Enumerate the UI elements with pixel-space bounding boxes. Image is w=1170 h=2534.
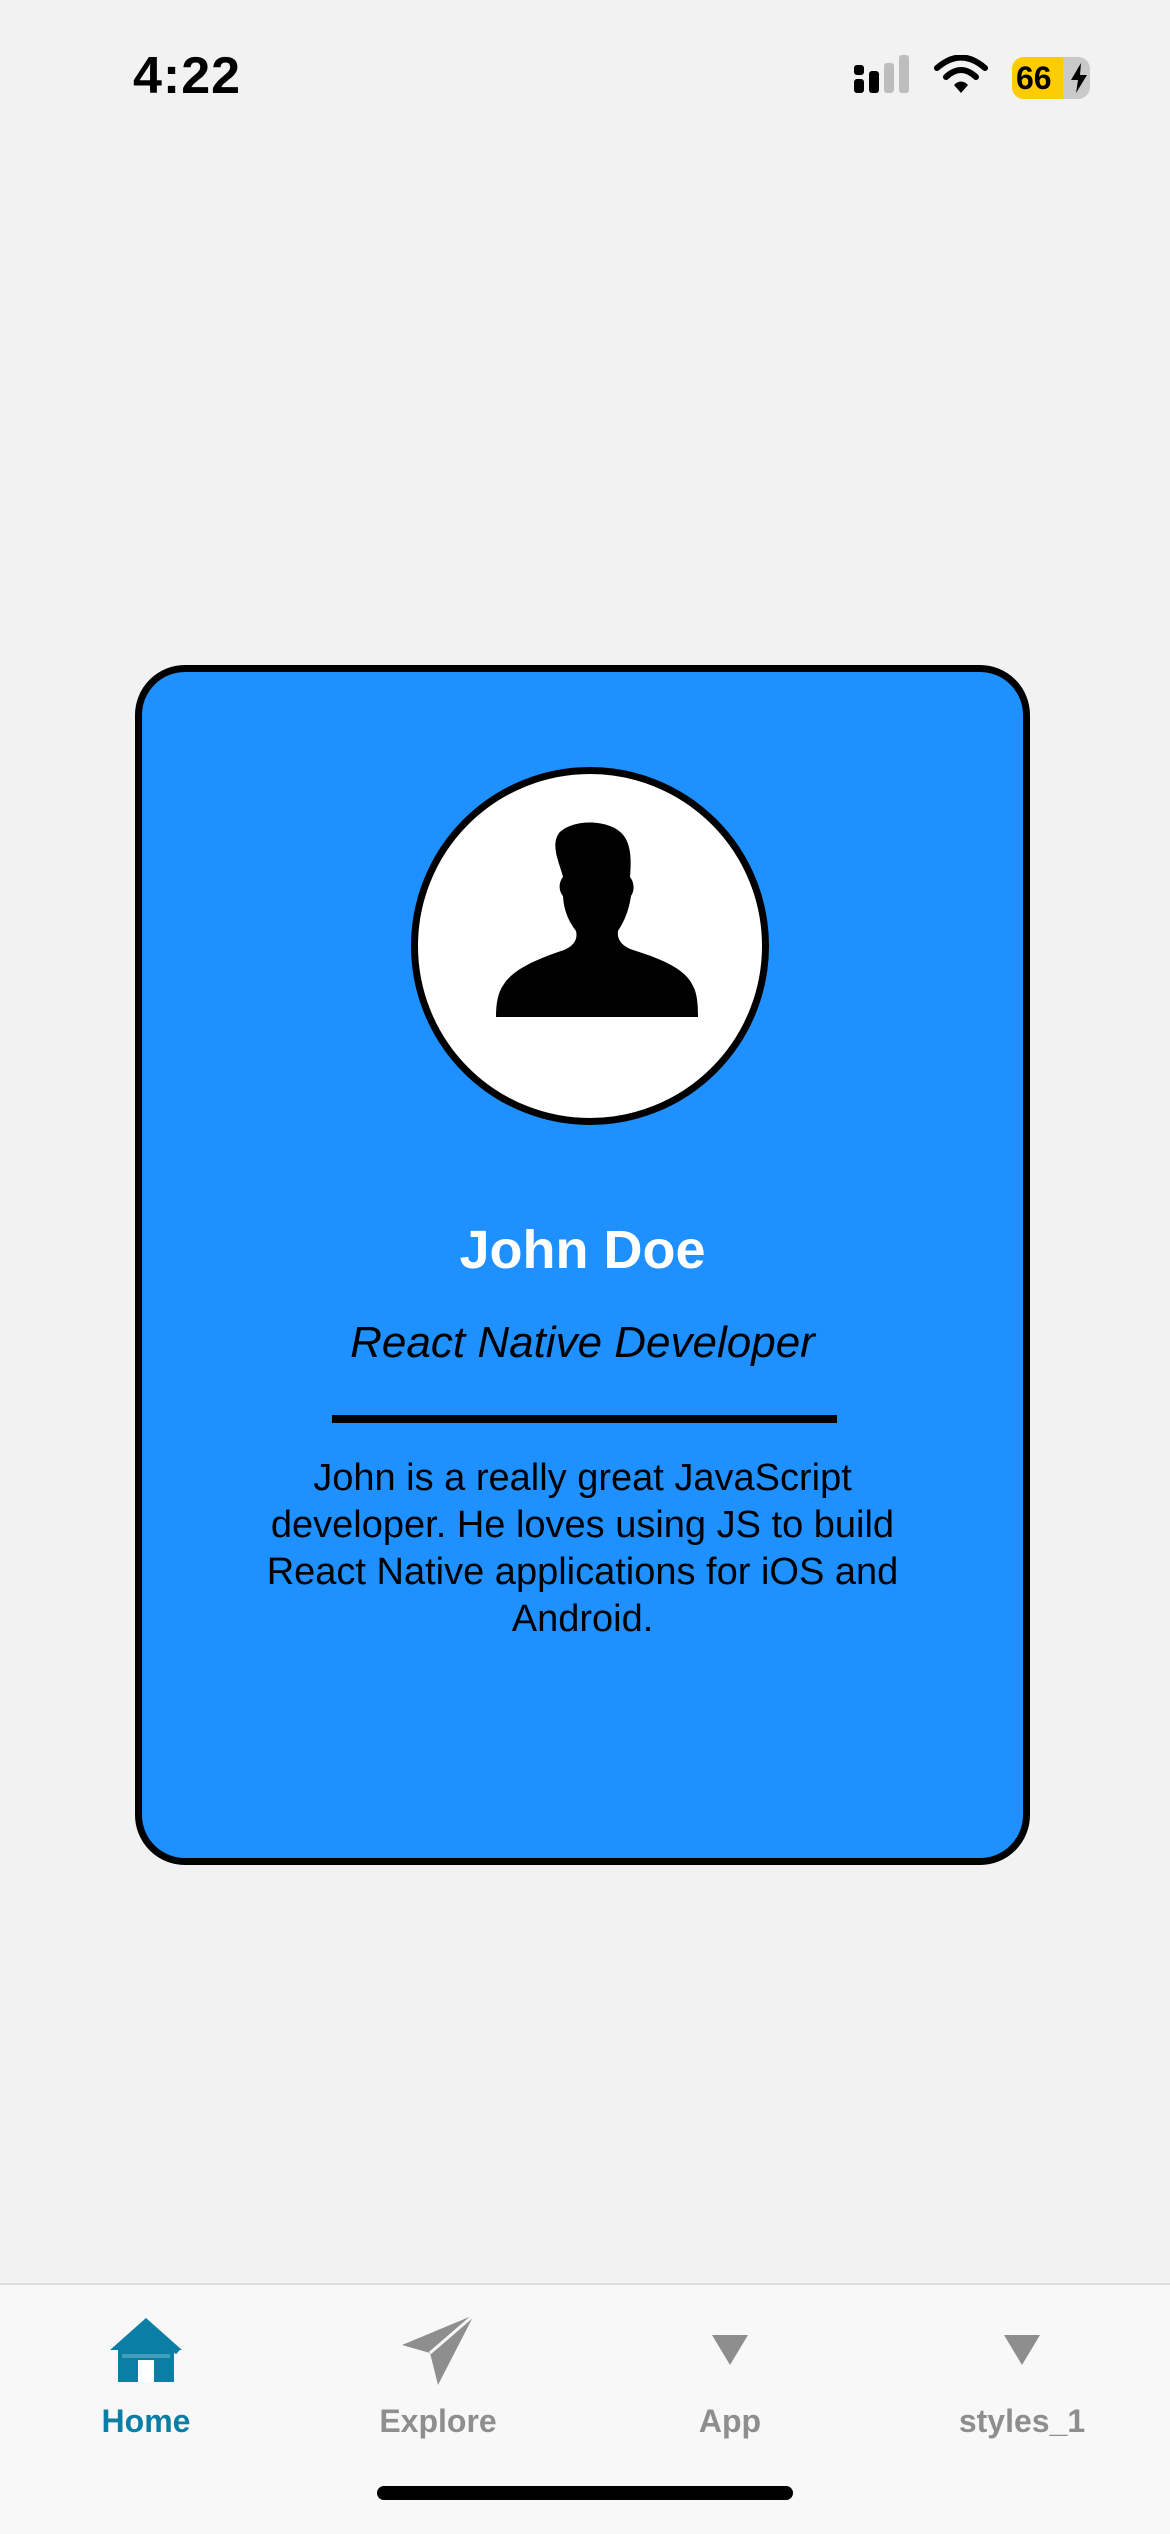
status-time: 4:22 [133, 47, 242, 105]
house-icon [0, 2305, 292, 2395]
divider [332, 1415, 837, 1423]
tab-label-home: Home [101, 2403, 191, 2439]
tab-home[interactable]: Home [0, 2305, 292, 2445]
triangle-down-icon [876, 2305, 1168, 2395]
paper-plane-icon [292, 2305, 584, 2395]
status-icons: 66 [854, 54, 1090, 100]
profile-name: John Doe [459, 1220, 706, 1280]
profile-bio: John is a really great JavaScript develo… [266, 1457, 899, 1640]
tab-app[interactable]: App [584, 2305, 876, 2445]
tab-label-styles-1: styles_1 [958, 2403, 1086, 2439]
tab-label-app: App [698, 2403, 762, 2439]
home-indicator[interactable] [377, 2486, 793, 2500]
signal-icon [854, 55, 910, 100]
battery-level: 66 [1016, 59, 1052, 96]
status-bar: 4:22 66 [0, 0, 1170, 150]
bolt-icon [1071, 62, 1087, 93]
triangle-down-icon [584, 2305, 876, 2395]
person-silhouette-icon [496, 822, 698, 1017]
profile-role: React Native Developer [350, 1318, 815, 1367]
tab-explore[interactable]: Explore [292, 2305, 584, 2445]
battery-charging-icon: 66 [1012, 56, 1090, 99]
tab-label-explore: Explore [379, 2403, 497, 2439]
wifi-icon [934, 54, 988, 100]
profile-card: John Doe React Native Developer John is … [135, 665, 1030, 1865]
avatar [411, 767, 769, 1125]
tab-styles-1[interactable]: styles_1 [876, 2305, 1168, 2445]
